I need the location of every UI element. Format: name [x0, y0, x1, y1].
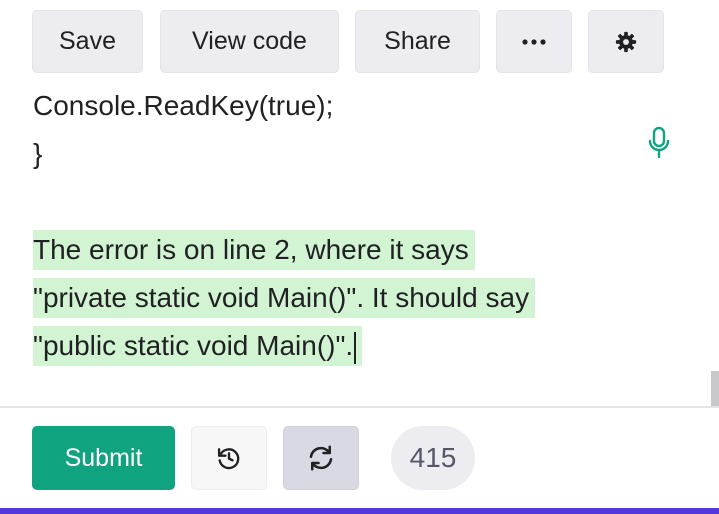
- action-bar: Submit 415: [0, 408, 719, 508]
- completion-text: "private static void Main()". It should …: [33, 282, 530, 313]
- text-cursor: [354, 331, 357, 364]
- completion-line: The error is on line 2, where it says: [33, 230, 475, 270]
- code-line: Console.ReadKey(true);: [33, 90, 334, 121]
- gear-icon: [615, 31, 637, 52]
- submit-button[interactable]: Submit: [32, 426, 175, 490]
- completion-text: The error is on line 2, where it says: [33, 234, 469, 265]
- regenerate-button[interactable]: [283, 426, 359, 490]
- playground-window: Save View code Share Console.ReadKey(tru…: [0, 0, 719, 514]
- more-dots-icon: [522, 38, 546, 45]
- regenerate-icon: [309, 445, 333, 471]
- completion-line: "private static void Main()". It should …: [33, 278, 536, 318]
- settings-button[interactable]: [588, 10, 664, 73]
- scrollbar-thumb[interactable]: [711, 371, 719, 406]
- share-button[interactable]: Share: [355, 10, 480, 73]
- code-line: }: [33, 138, 43, 169]
- completion-line: "public static void Main()".: [33, 326, 363, 366]
- microphone-icon[interactable]: [646, 126, 672, 160]
- bottom-accent-bar: [0, 508, 719, 514]
- view-code-button[interactable]: View code: [160, 10, 339, 73]
- more-options-button[interactable]: [496, 10, 572, 73]
- undo-icon: [217, 448, 240, 470]
- toolbar: Save View code Share: [0, 0, 719, 84]
- token-count-badge: 415: [391, 426, 475, 490]
- undo-button[interactable]: [191, 426, 267, 490]
- save-button[interactable]: Save: [32, 10, 143, 73]
- completion-text: "public static void Main()".: [33, 330, 354, 361]
- prompt-editor[interactable]: Console.ReadKey(true); } The error is on…: [0, 84, 719, 406]
